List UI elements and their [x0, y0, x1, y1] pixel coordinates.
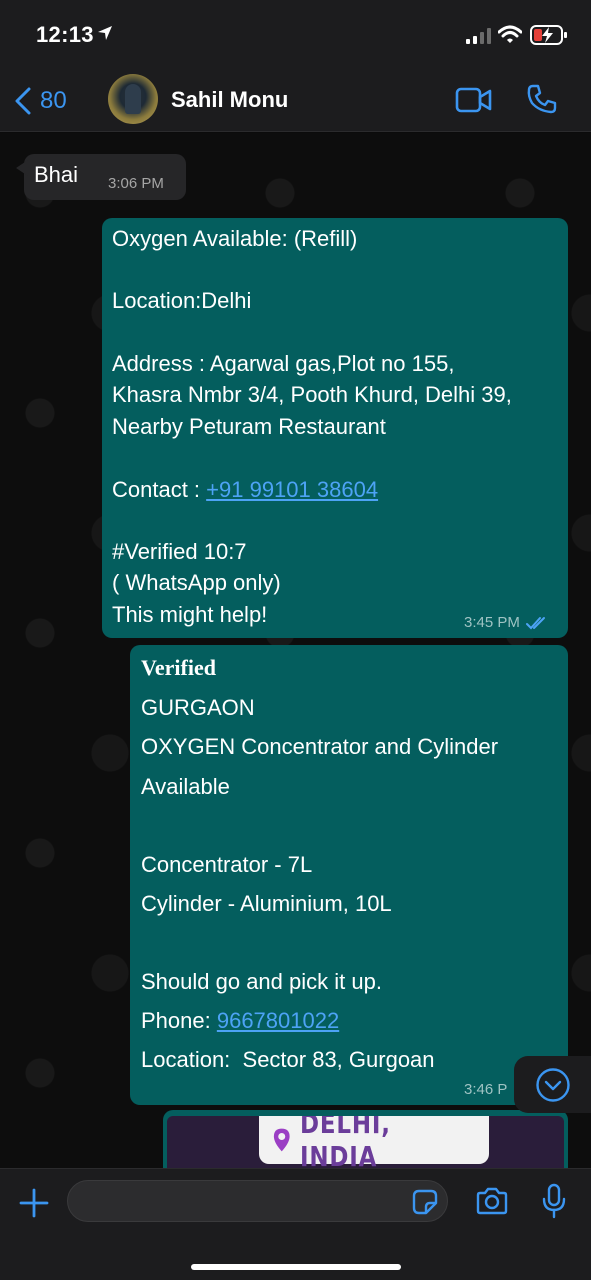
double-check-icon: [525, 616, 545, 629]
scroll-to-bottom-button[interactable]: [514, 1056, 591, 1113]
message-line: Khasra Nmbr 3/4, Pooth Khurd, Delhi 39,: [112, 382, 512, 407]
message-meta: 3:45 PM: [464, 614, 548, 631]
image-preview[interactable]: DELHI, INDIA: [167, 1116, 564, 1168]
incoming-message[interactable]: Bhai 3:06 PM: [16, 154, 186, 200]
message-line: Should go and pick it up.: [141, 969, 382, 994]
unread-count: 80: [40, 87, 67, 114]
message-time: 3:06 PM: [108, 175, 164, 192]
contact-name[interactable]: Sahil Monu: [171, 87, 288, 113]
image-caption-tag: DELHI, INDIA: [259, 1116, 489, 1168]
wifi-icon: [498, 25, 522, 43]
chevron-left-icon: [15, 87, 31, 115]
message-line: Concentrator - 7L: [141, 852, 313, 877]
location-arrow-icon: [98, 26, 112, 40]
message-line: Nearby Peturam Restaurant: [112, 414, 386, 439]
phone-line: Phone: 9667801022: [141, 1008, 339, 1034]
message-line: Location:Delhi: [112, 288, 252, 313]
message-text: Bhai: [34, 162, 79, 187]
contact-label: Contact :: [112, 477, 207, 502]
message-time: 3:46 P: [464, 1081, 508, 1098]
image-message[interactable]: DELHI, INDIA: [163, 1110, 568, 1168]
phone-link[interactable]: +91 99101 38604: [206, 477, 378, 502]
message-input[interactable]: [67, 1180, 448, 1222]
plus-icon[interactable]: [18, 1187, 50, 1219]
outgoing-message[interactable]: Verified GURGAON OXYGEN Concentrator and…: [130, 645, 568, 1105]
chat-area[interactable]: Bhai 3:06 PM Oxygen Available: (Refill) …: [0, 133, 591, 1168]
message-line: Cylinder - Aluminium, 10L: [141, 891, 392, 916]
outgoing-message[interactable]: Oxygen Available: (Refill) Location:Delh…: [102, 218, 568, 638]
phone-link[interactable]: 9667801022: [217, 1008, 339, 1033]
battery-charging-icon: [530, 25, 567, 45]
map-pin-icon: [273, 1128, 290, 1152]
status-time: 12:13: [36, 22, 94, 47]
message-line: Address : Agarwal gas,Plot no 155,: [112, 351, 455, 376]
phone-label: Phone:: [141, 1008, 217, 1033]
message-line: #Verified 10:7: [112, 539, 247, 564]
message-input-bar: [0, 1168, 591, 1280]
chat-header: 80 Sahil Monu: [0, 70, 591, 132]
message-meta: 3:46 P: [464, 1081, 507, 1098]
signal-icon: [466, 28, 491, 44]
video-camera-icon[interactable]: [455, 86, 493, 114]
phone-icon[interactable]: [526, 83, 558, 115]
contact-line: Contact : +91 99101 38604: [112, 477, 378, 503]
message-line: Oxygen Available: (Refill): [112, 226, 358, 251]
home-indicator: [191, 1264, 401, 1270]
camera-icon[interactable]: [475, 1187, 509, 1215]
message-line: OXYGEN Concentrator and Cylinder: [141, 734, 499, 759]
verified-heading: Verified: [141, 655, 216, 680]
chevron-down-circle-icon: [535, 1067, 570, 1102]
message-line: GURGAON: [141, 695, 255, 720]
message-time: 3:45 PM: [464, 614, 520, 631]
microphone-icon[interactable]: [541, 1183, 567, 1219]
message-line: ( WhatsApp only): [112, 570, 281, 595]
status-bar: 12:13: [0, 0, 591, 70]
sticker-icon[interactable]: [411, 1188, 439, 1216]
message-line: This might help!: [112, 602, 268, 627]
back-button[interactable]: 80: [14, 84, 67, 118]
avatar[interactable]: [108, 74, 158, 124]
message-line: Available: [141, 774, 230, 799]
image-caption-text: DELHI, INDIA: [300, 1116, 392, 1168]
message-line: Location: Sector 83, Gurgoan: [141, 1047, 435, 1072]
